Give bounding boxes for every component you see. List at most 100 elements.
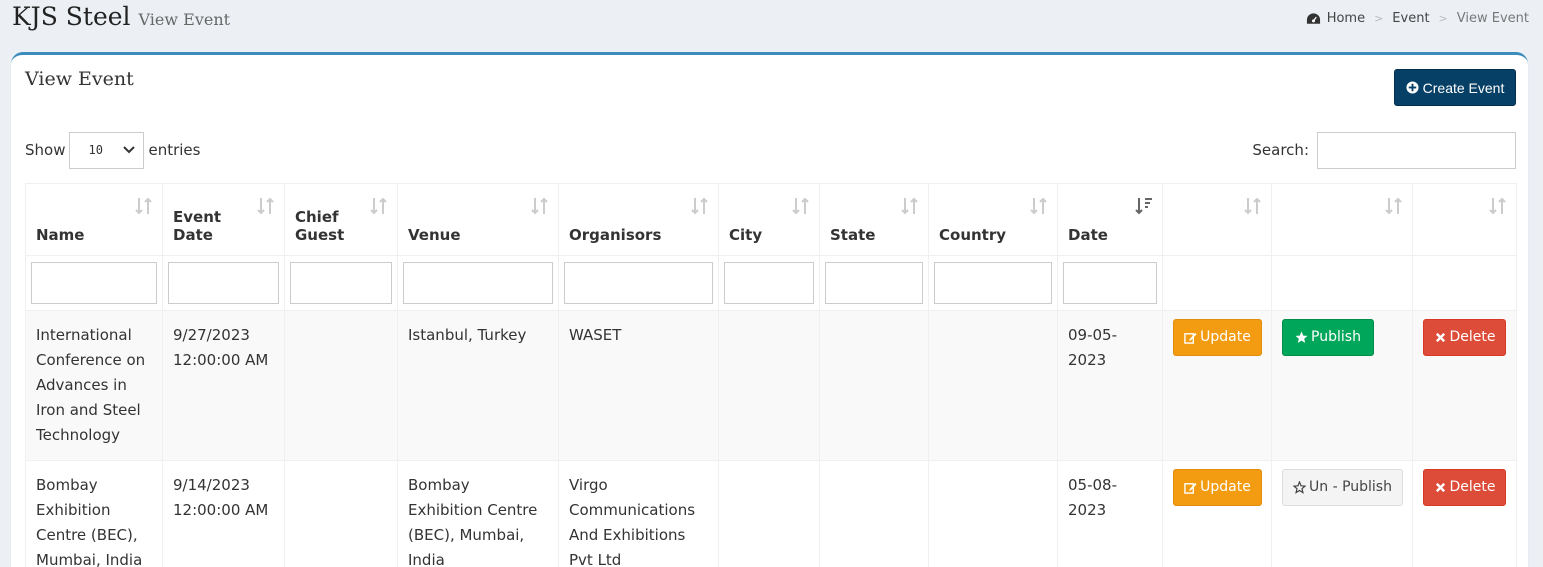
- edit-icon: [1184, 332, 1197, 344]
- cell-event-date: 9/27/2023 12:00:00 AM: [162, 310, 285, 461]
- column-header-delete[interactable]: [1412, 183, 1517, 256]
- table-row: International Conference on Advances in …: [25, 310, 1517, 461]
- cell-organisors: WASET: [558, 310, 719, 461]
- create-event-button[interactable]: Create Event: [1394, 69, 1516, 106]
- filter-cell: [397, 255, 559, 311]
- cell-publish: Un - Publish: [1271, 460, 1413, 567]
- breadcrumb-current: View Event: [1456, 11, 1529, 26]
- filter-event-date-input[interactable]: [168, 262, 279, 304]
- entries-control: Show 10 entries: [25, 131, 200, 169]
- sort-icon: [257, 197, 274, 215]
- cell-organisors: Virgo Communications And Exhibitions Pvt…: [558, 460, 719, 567]
- sort-icon: [370, 197, 387, 215]
- brand-name: KJS Steel: [12, 2, 131, 31]
- filter-state-input[interactable]: [825, 262, 923, 304]
- cell-update: Update: [1162, 310, 1272, 461]
- event-box: View Event Create Event Show 10 entries …: [11, 52, 1528, 567]
- page-subtitle: View Event: [138, 10, 231, 29]
- column-header-publish[interactable]: [1271, 183, 1413, 256]
- entries-label: entries: [148, 141, 201, 159]
- filter-cell-empty: [1412, 255, 1517, 311]
- breadcrumb-home[interactable]: Home: [1327, 11, 1365, 26]
- filter-cell: [558, 255, 719, 311]
- filter-cell: [284, 255, 398, 311]
- cell-country: [928, 310, 1058, 461]
- unpublish-button[interactable]: Un - Publish: [1282, 469, 1403, 506]
- column-header-date[interactable]: Date: [1057, 183, 1163, 256]
- page-title: KJS Steel View Event: [12, 2, 230, 31]
- column-header-chief-guest[interactable]: Chief Guest: [284, 183, 398, 256]
- cell-delete: Delete: [1412, 460, 1517, 567]
- sort-icon: [1489, 197, 1506, 215]
- filter-date-input[interactable]: [1063, 262, 1157, 304]
- events-table: Name Event Date Chief Guest Venue Organi…: [25, 183, 1517, 567]
- update-label: Update: [1200, 329, 1251, 345]
- cell-date: 05-08-2023: [1057, 460, 1163, 567]
- entries-value: 10: [88, 143, 103, 157]
- create-event-label: Create Event: [1422, 79, 1505, 96]
- edit-icon: [1184, 482, 1197, 494]
- sort-icon: [1244, 197, 1261, 215]
- delete-button[interactable]: Delete: [1423, 469, 1506, 506]
- filter-cell: [162, 255, 285, 311]
- column-header-venue[interactable]: Venue: [397, 183, 559, 256]
- breadcrumb-separator: >: [1438, 12, 1448, 25]
- header-row: Name Event Date Chief Guest Venue Organi…: [25, 183, 1517, 256]
- plus-circle-icon: [1406, 81, 1419, 94]
- delete-label: Delete: [1449, 479, 1496, 495]
- show-label: Show: [25, 141, 66, 159]
- cell-venue: Bombay Exhibition Centre (BEC), Mumbai, …: [397, 460, 559, 567]
- star-icon: [1295, 331, 1308, 343]
- cell-date: 09-05-2023: [1057, 310, 1163, 461]
- filter-city-input[interactable]: [724, 262, 814, 304]
- breadcrumb-separator: >: [1374, 12, 1384, 25]
- publish-button[interactable]: Publish: [1282, 319, 1374, 356]
- cell-update: Update: [1162, 460, 1272, 567]
- breadcrumb-event[interactable]: Event: [1392, 11, 1429, 26]
- cell-chief-guest: [284, 460, 398, 567]
- column-header-city[interactable]: City: [718, 183, 820, 256]
- filter-chief-guest-input[interactable]: [290, 262, 392, 304]
- filter-country-input[interactable]: [934, 262, 1052, 304]
- box-title: View Event: [25, 68, 134, 90]
- delete-button[interactable]: Delete: [1423, 319, 1506, 356]
- table-row: Bombay Exhibition Centre (BEC), Mumbai, …: [25, 460, 1517, 567]
- cell-state: [819, 460, 929, 567]
- column-label: Date: [1068, 226, 1108, 244]
- column-header-event-date[interactable]: Event Date: [162, 183, 285, 256]
- chevron-down-icon: [123, 146, 136, 154]
- column-label: City: [729, 226, 763, 244]
- column-label: Event Date: [173, 208, 222, 244]
- column-header-country[interactable]: Country: [928, 183, 1058, 256]
- cell-state: [819, 310, 929, 461]
- search-input[interactable]: [1317, 131, 1516, 169]
- sort-icon: [531, 197, 548, 215]
- filter-organisors-input[interactable]: [564, 262, 713, 304]
- column-header-state[interactable]: State: [819, 183, 929, 256]
- column-header-organisors[interactable]: Organisors: [558, 183, 719, 256]
- filter-cell: [25, 255, 163, 311]
- page-header: KJS Steel View Event Home > Event > View …: [12, 0, 1529, 42]
- sort-icon: [135, 197, 152, 215]
- star-outline-icon: [1293, 481, 1306, 494]
- cell-city: [718, 460, 820, 567]
- column-label: Name: [36, 226, 85, 244]
- update-button[interactable]: Update: [1173, 319, 1262, 356]
- sort-icon: [1030, 197, 1047, 215]
- filter-cell-empty: [1271, 255, 1413, 311]
- update-button[interactable]: Update: [1173, 469, 1262, 506]
- column-header-name[interactable]: Name: [25, 183, 163, 256]
- filter-venue-input[interactable]: [403, 262, 553, 304]
- column-label: Organisors: [569, 226, 662, 244]
- entries-select[interactable]: 10: [69, 131, 145, 169]
- cell-name: International Conference on Advances in …: [25, 310, 163, 461]
- filter-name-input[interactable]: [31, 262, 157, 304]
- column-label: Country: [939, 226, 1007, 244]
- update-label: Update: [1200, 479, 1251, 495]
- sort-icon: [901, 197, 918, 215]
- filter-cell: [928, 255, 1058, 311]
- column-header-update[interactable]: [1162, 183, 1272, 256]
- breadcrumb: Home > Event > View Event: [1306, 11, 1529, 26]
- search-control: Search:: [1252, 131, 1516, 169]
- cell-chief-guest: [284, 310, 398, 461]
